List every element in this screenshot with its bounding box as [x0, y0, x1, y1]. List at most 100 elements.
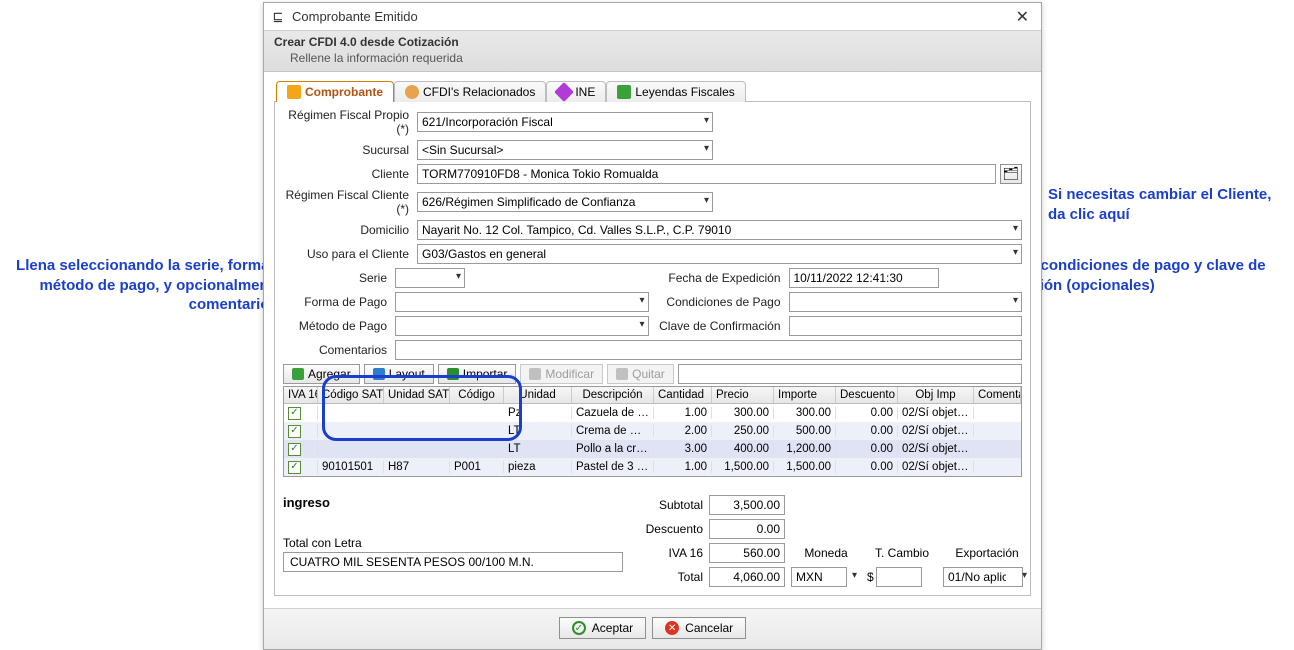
- table-row[interactable]: ✓PzCazuela de …1.00300.00300.000.0002/Sí…: [284, 404, 1021, 422]
- tab-relacionados-label: CFDI's Relacionados: [423, 85, 535, 99]
- agregar-button[interactable]: Agregar: [283, 364, 360, 384]
- lbl-metodo-pago: Método de Pago: [283, 319, 391, 333]
- lbl-regimen-cliente: Régimen Fiscal Cliente (*): [283, 188, 413, 216]
- lbl-sucursal: Sucursal: [283, 143, 413, 157]
- cell-unidad: pieza: [504, 461, 572, 473]
- cell-precio: 1,500.00: [712, 461, 774, 473]
- iva-value: 560.00: [709, 543, 785, 563]
- cell-obj: 02/Sí objeto…: [898, 425, 974, 437]
- fecha-expedicion-field[interactable]: [789, 268, 939, 288]
- iva-label: IVA 16: [623, 546, 703, 560]
- tab-leyendas[interactable]: Leyendas Fiscales: [606, 81, 745, 102]
- tab-leyendas-label: Leyendas Fiscales: [635, 85, 734, 99]
- col-comentarios[interactable]: Comentarios: [974, 387, 1021, 403]
- tcambio-field[interactable]: [876, 567, 922, 587]
- col-descripcion[interactable]: Descripción: [572, 387, 654, 403]
- col-codigo[interactable]: Código: [450, 387, 504, 403]
- tab-relacionados[interactable]: CFDI's Relacionados: [394, 81, 546, 102]
- ine-icon: [554, 82, 574, 102]
- col-cantidad[interactable]: Cantidad: [654, 387, 712, 403]
- table-row[interactable]: ✓LTPollo a la cr…3.00400.001,200.000.000…: [284, 440, 1021, 458]
- cancelar-button[interactable]: ✕Cancelar: [652, 617, 746, 639]
- col-precio[interactable]: Precio: [712, 387, 774, 403]
- total-letra-label: Total con Letra: [283, 536, 362, 550]
- app-icon: ⊑: [270, 9, 286, 25]
- header-band: Crear CFDI 4.0 desde Cotización Rellene …: [264, 31, 1041, 72]
- grid-toolbar: Agregar Layout Importar Modificar Quitar: [283, 364, 1022, 384]
- layout-button[interactable]: Layout: [364, 364, 434, 384]
- cell-descu: 0.00: [836, 443, 898, 455]
- sucursal-select[interactable]: [417, 140, 713, 160]
- cell-descu: 0.00: [836, 461, 898, 473]
- cell-desc: Cazuela de …: [572, 407, 654, 419]
- checkbox-icon[interactable]: ✓: [288, 443, 301, 456]
- importar-button[interactable]: Importar: [438, 364, 517, 384]
- moneda-select[interactable]: [791, 567, 847, 587]
- lbl-domicilio: Domicilio: [283, 223, 413, 237]
- uso-cliente-select[interactable]: [417, 244, 1022, 264]
- lookup-client-button[interactable]: 🗂: [1000, 164, 1022, 184]
- checkbox-icon[interactable]: ✓: [288, 425, 301, 438]
- moneda-header: Moneda: [791, 546, 861, 560]
- plus-icon: [292, 368, 304, 380]
- import-icon: [447, 368, 459, 380]
- modificar-button: Modificar: [520, 364, 603, 384]
- cell-desc: Pollo a la cr…: [572, 443, 654, 455]
- tcambio-prefix: $: [867, 570, 874, 584]
- total-label: Total: [623, 570, 703, 584]
- toolbar-search-field[interactable]: [678, 364, 1022, 384]
- descuento-value: 0.00: [709, 519, 785, 539]
- agregar-label: Agregar: [308, 367, 351, 381]
- delete-icon: [616, 368, 628, 380]
- lbl-clave-conf: Clave de Confirmación: [657, 319, 785, 333]
- close-icon[interactable]: ✕: [1010, 7, 1035, 27]
- checkbox-icon[interactable]: ✓: [288, 461, 301, 474]
- annotation-top-right: Si necesitas cambiar el Cliente, da clic…: [1048, 185, 1278, 224]
- cell-desc: Pastel de 3 l…: [572, 461, 654, 473]
- subtotal-label: Subtotal: [623, 498, 703, 512]
- exportacion-select[interactable]: [943, 567, 1023, 587]
- col-unidad[interactable]: Unidad: [504, 387, 572, 403]
- cell-descu: 0.00: [836, 425, 898, 437]
- cell-importe: 1,200.00: [774, 443, 836, 455]
- descuento-label: Descuento: [623, 522, 703, 536]
- lbl-uso-cliente: Uso para el Cliente: [283, 247, 413, 261]
- cell-unidad: Pz: [504, 407, 572, 419]
- regimen-propio-select[interactable]: [417, 112, 713, 132]
- domicilio-select[interactable]: [417, 220, 1022, 240]
- total-value: 4,060.00: [709, 567, 785, 587]
- table-row[interactable]: ✓90101501H87P001piezaPastel de 3 l…1.001…: [284, 458, 1021, 476]
- cliente-field[interactable]: [417, 164, 996, 184]
- col-iva[interactable]: IVA 16: [284, 387, 318, 403]
- aceptar-button[interactable]: ✓Aceptar: [559, 617, 646, 639]
- comentarios-field[interactable]: [395, 340, 1022, 360]
- cell-obj: 02/Sí objeto…: [898, 407, 974, 419]
- col-codigo-sat[interactable]: Código SAT: [318, 387, 384, 403]
- col-descuento[interactable]: Descuento: [836, 387, 898, 403]
- calendar-icon: 🗂: [1003, 166, 1020, 182]
- cell-unidad: LT: [504, 443, 572, 455]
- dialog-window: ⊑ Comprobante Emitido ✕ Crear CFDI 4.0 d…: [263, 2, 1042, 650]
- serie-select[interactable]: [395, 268, 465, 288]
- col-obj-imp[interactable]: Obj Imp: [898, 387, 974, 403]
- condiciones-pago-select[interactable]: [789, 292, 1023, 312]
- col-unidad-sat[interactable]: Unidad SAT: [384, 387, 450, 403]
- lbl-comentarios: Comentarios: [283, 343, 391, 357]
- forma-pago-select[interactable]: [395, 292, 649, 312]
- clave-confirmacion-field[interactable]: [789, 316, 1023, 336]
- total-letra-field: [283, 552, 623, 572]
- checkbox-icon[interactable]: ✓: [288, 407, 301, 420]
- cell-importe: 500.00: [774, 425, 836, 437]
- cell-cant: 1.00: [654, 461, 712, 473]
- col-importe[interactable]: Importe: [774, 387, 836, 403]
- export-header: Exportación: [943, 546, 1031, 560]
- importar-label: Importar: [463, 367, 508, 381]
- tab-ine[interactable]: INE: [546, 81, 606, 102]
- document-icon: [287, 85, 301, 99]
- regimen-cliente-select[interactable]: [417, 192, 713, 212]
- cell-descu: 0.00: [836, 407, 898, 419]
- cell-cant: 3.00: [654, 443, 712, 455]
- metodo-pago-select[interactable]: [395, 316, 649, 336]
- table-row[interactable]: ✓LTCrema de C…2.00250.00500.000.0002/Sí …: [284, 422, 1021, 440]
- tab-comprobante[interactable]: Comprobante: [276, 81, 394, 102]
